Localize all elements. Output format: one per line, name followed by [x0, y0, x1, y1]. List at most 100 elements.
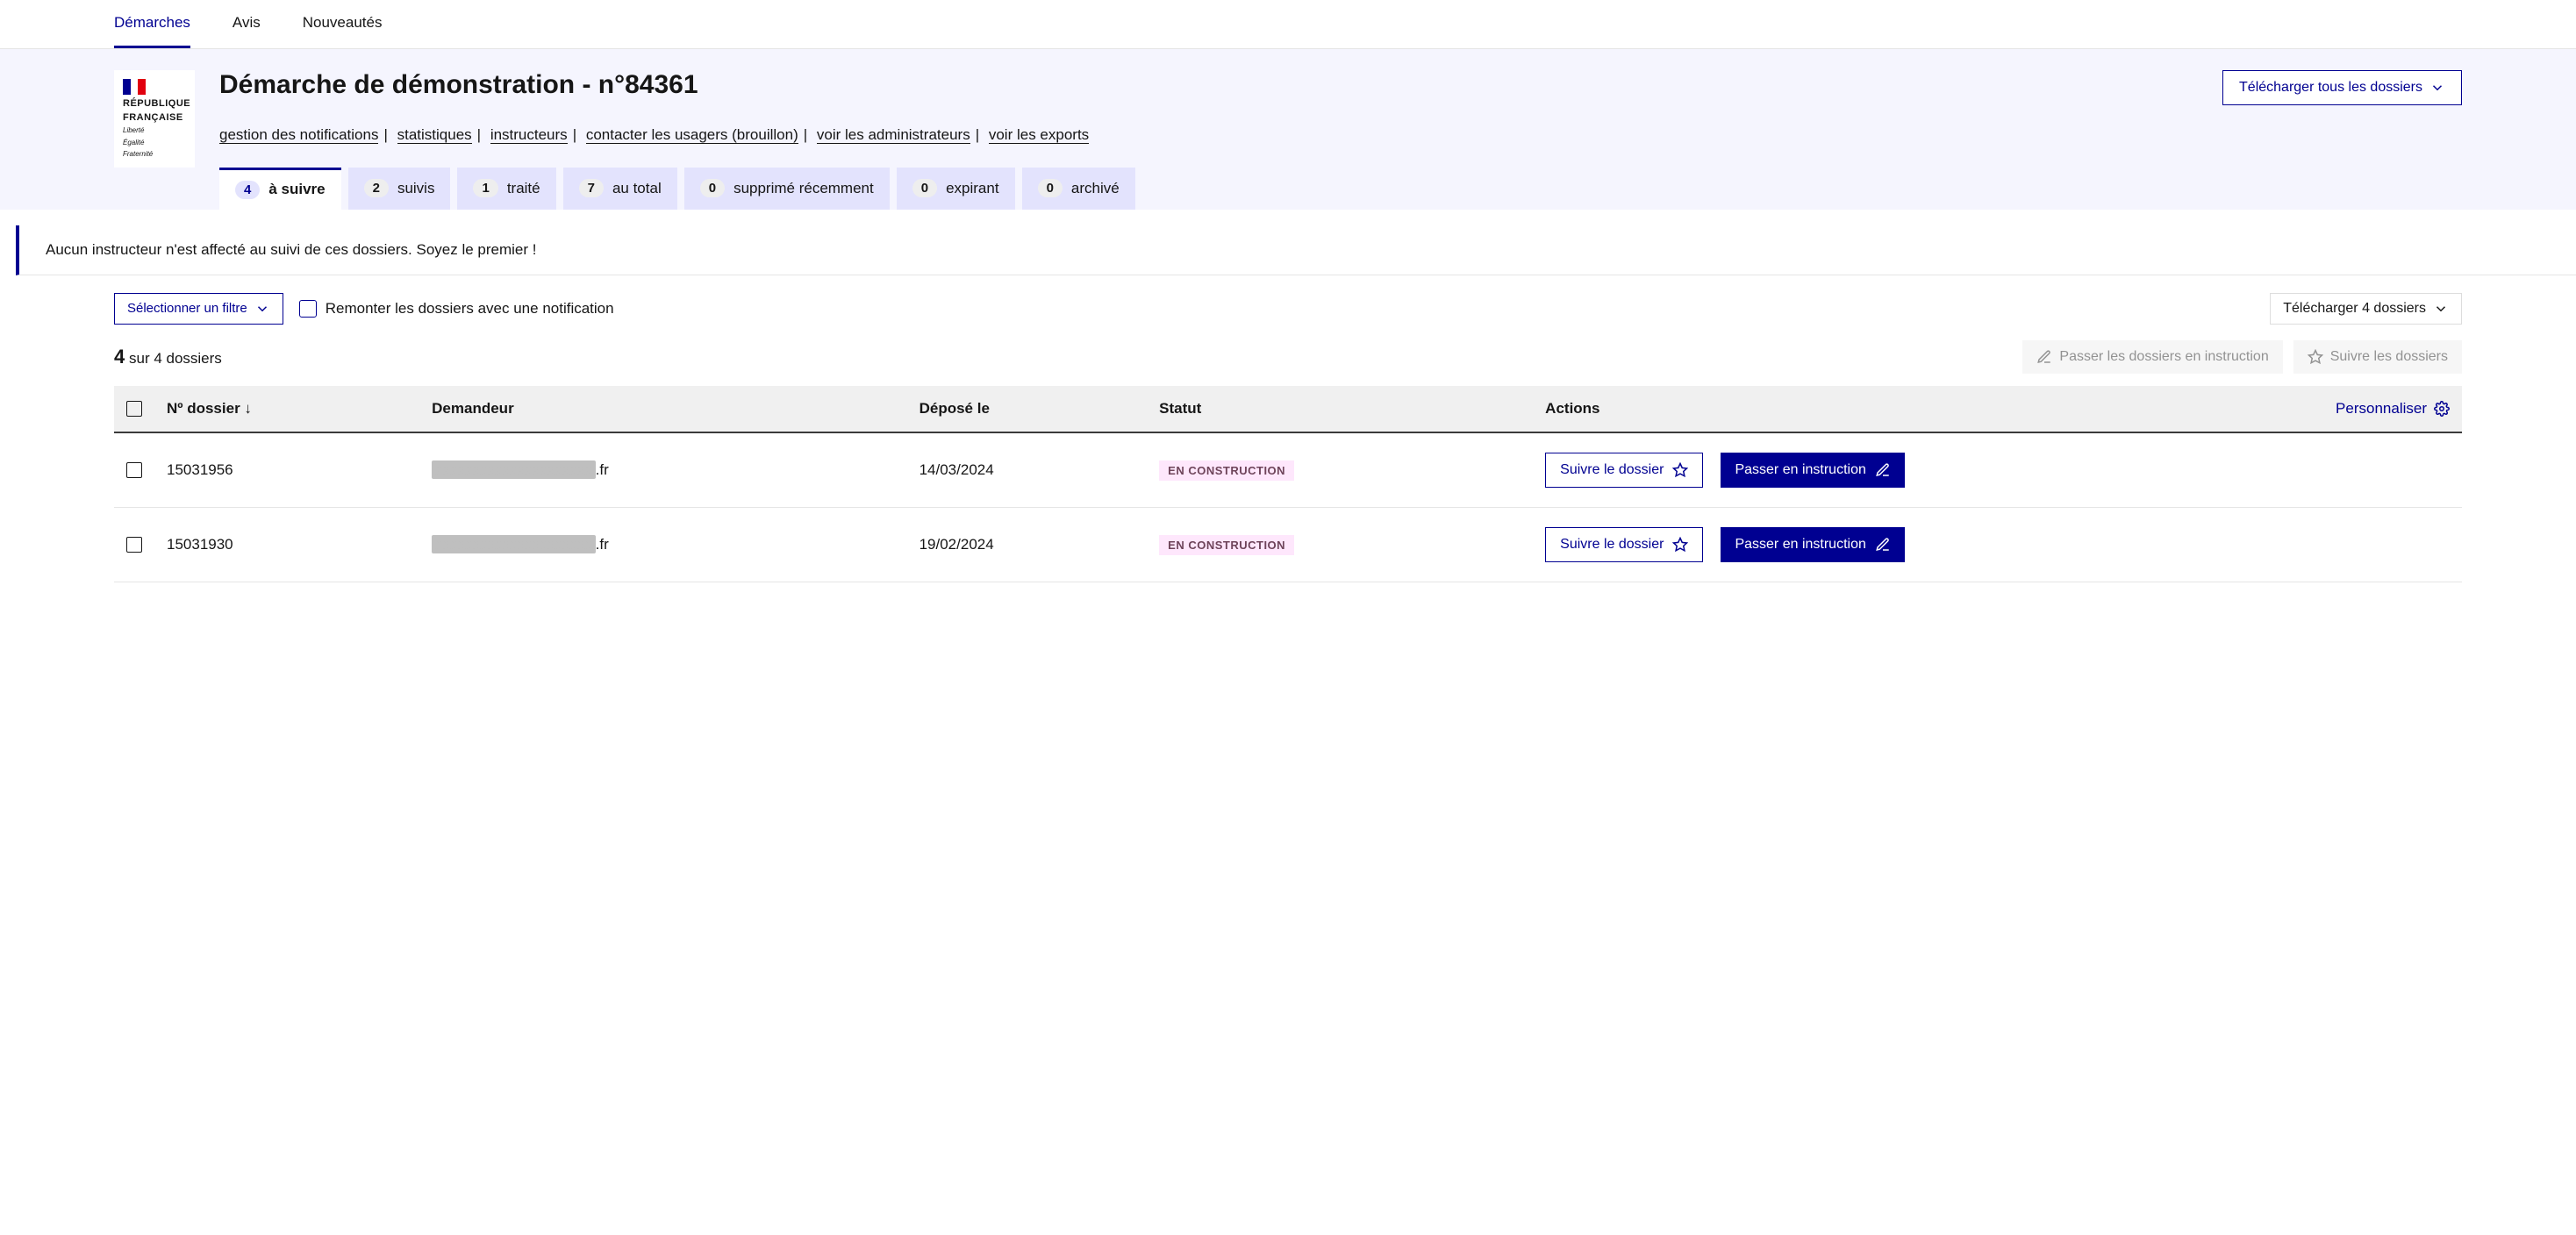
filter-select-button[interactable]: Sélectionner un filtre: [114, 293, 283, 325]
download-all-button[interactable]: Télécharger tous les dossiers: [2222, 70, 2462, 105]
star-icon: [1672, 537, 1688, 553]
link-instructeurs[interactable]: instructeurs: [490, 126, 568, 144]
instruct-label: Passer en instruction: [1735, 537, 1865, 553]
tab-a-suivre[interactable]: 4 à suivre: [219, 168, 341, 210]
col-demandeur[interactable]: Demandeur: [419, 386, 906, 432]
follow-dossier-button[interactable]: Suivre le dossier: [1545, 527, 1703, 562]
tab-traite[interactable]: 1 traité: [457, 168, 555, 210]
cell-numero: 15031956: [154, 432, 419, 508]
table-row[interactable]: 15031956 xxxxxxxxxxxxxxxxxxxxx.fr 14/03/…: [114, 432, 2462, 508]
instruct-label: Passer en instruction: [1735, 462, 1865, 478]
page-title: Démarche de démonstration - n°84361: [219, 70, 698, 100]
logo-motto2: Égalité: [123, 139, 144, 147]
tab-count: 2: [364, 179, 389, 197]
instruct-dossier-button[interactable]: Passer en instruction: [1721, 453, 1904, 488]
tab-label: expirant: [946, 180, 998, 197]
header-section: RÉPUBLIQUE FRANÇAISE Liberté Égalité Fra…: [0, 49, 2576, 210]
tab-archive[interactable]: 0 archivé: [1022, 168, 1135, 210]
dossiers-table: Nº dossier ↓ Demandeur Déposé le Statut …: [114, 386, 2462, 582]
cell-numero: 15031930: [154, 507, 419, 582]
tab-au-total[interactable]: 7 au total: [563, 168, 677, 210]
tab-count: 7: [579, 179, 604, 197]
download-n-label: Télécharger 4 dossiers: [2283, 301, 2426, 317]
link-statistiques[interactable]: statistiques: [397, 126, 472, 144]
link-contacter-usagers[interactable]: contacter les usagers (brouillon): [586, 126, 798, 144]
col-actions: Actions: [1533, 386, 1871, 432]
top-nav: Démarches Avis Nouveautés: [0, 0, 2576, 49]
chevron-down-icon: [2433, 301, 2449, 317]
logo-republique-francaise: RÉPUBLIQUE FRANÇAISE Liberté Égalité Fra…: [114, 70, 195, 168]
nav-demarches[interactable]: Démarches: [114, 0, 190, 48]
instruct-dossier-button[interactable]: Passer en instruction: [1721, 527, 1904, 562]
personalize-button[interactable]: Personnaliser: [2336, 400, 2450, 418]
star-icon: [2308, 349, 2323, 365]
cell-demandeur: xxxxxxxxxxxxxxxxxxxxx.fr: [419, 507, 906, 582]
tab-suivis[interactable]: 2 suivis: [348, 168, 451, 210]
nav-nouveautes[interactable]: Nouveautés: [303, 0, 383, 48]
link-notifications[interactable]: gestion des notifications: [219, 126, 378, 144]
tab-label: traité: [507, 180, 540, 197]
select-all-checkbox[interactable]: [126, 401, 142, 417]
row-checkbox[interactable]: [126, 537, 142, 553]
follow-dossier-button[interactable]: Suivre le dossier: [1545, 453, 1703, 488]
tab-supprime[interactable]: 0 supprimé récemment: [684, 168, 890, 210]
tab-label: au total: [612, 180, 662, 197]
count-row: 4 sur 4 dossiers Passer les dossiers en …: [114, 340, 2462, 374]
tab-count: 0: [700, 179, 725, 197]
follow-label: Suivre le dossier: [1560, 462, 1664, 478]
notif-checkbox-label: Remonter les dossiers avec une notificat…: [326, 300, 614, 318]
tab-count: 0: [1038, 179, 1063, 197]
row-checkbox[interactable]: [126, 462, 142, 478]
checkbox-icon: [299, 300, 317, 318]
bulk-follow-button[interactable]: Suivre les dossiers: [2293, 340, 2462, 374]
content-area: Aucun instructeur n'est affecté au suivi…: [0, 225, 2576, 618]
star-icon: [1672, 462, 1688, 478]
col-depose[interactable]: Déposé le: [907, 386, 1148, 432]
bulk-instruction-label: Passer les dossiers en instruction: [2059, 349, 2268, 365]
col-statut[interactable]: Statut: [1147, 386, 1533, 432]
tab-count: 0: [912, 179, 937, 197]
bulk-instruction-button[interactable]: Passer les dossiers en instruction: [2022, 340, 2282, 374]
header-links: gestion des notifications| statistiques|…: [219, 116, 2462, 154]
cell-demandeur: xxxxxxxxxxxxxxxxxxxxx.fr: [419, 432, 906, 508]
download-n-button[interactable]: Télécharger 4 dossiers: [2270, 293, 2462, 325]
tab-label: suivis: [397, 180, 435, 197]
filter-row: Sélectionner un filtre Remonter les doss…: [114, 293, 2462, 325]
cell-depose: 19/02/2024: [907, 507, 1148, 582]
logo-motto1: Liberté: [123, 126, 144, 135]
dossier-count: 4 sur 4 dossiers: [114, 346, 222, 368]
tab-label: supprimé récemment: [733, 180, 874, 197]
logo-motto3: Fraternité: [123, 150, 153, 159]
tab-expirant[interactable]: 0 expirant: [897, 168, 1015, 210]
status-tabs: 4 à suivre 2 suivis 1 traité 7 au total …: [219, 168, 2462, 210]
link-voir-exports[interactable]: voir les exports: [989, 126, 1089, 144]
link-voir-administrateurs[interactable]: voir les administrateurs: [817, 126, 970, 144]
notif-checkbox-wrap[interactable]: Remonter les dossiers avec une notificat…: [299, 300, 614, 318]
follow-label: Suivre le dossier: [1560, 537, 1664, 553]
tab-count: 1: [473, 179, 497, 197]
notice-banner: Aucun instructeur n'est affecté au suivi…: [16, 225, 2576, 275]
table-header-row: Nº dossier ↓ Demandeur Déposé le Statut …: [114, 386, 2462, 432]
french-flag-icon: [123, 79, 146, 95]
chevron-down-icon: [2429, 80, 2445, 96]
cell-depose: 14/03/2024: [907, 432, 1148, 508]
download-all-label: Télécharger tous les dossiers: [2239, 80, 2422, 96]
table-row[interactable]: 15031930 xxxxxxxxxxxxxxxxxxxxx.fr 19/02/…: [114, 507, 2462, 582]
cell-actions: Suivre le dossier Passer en instruction: [1533, 507, 2462, 582]
tab-label: archivé: [1071, 180, 1120, 197]
cell-actions: Suivre le dossier Passer en instruction: [1533, 432, 2462, 508]
filter-select-label: Sélectionner un filtre: [127, 301, 247, 316]
cell-statut: EN CONSTRUCTION: [1147, 507, 1533, 582]
tab-count: 4: [235, 181, 260, 199]
personalize-label: Personnaliser: [2336, 400, 2427, 418]
logo-line2: FRANÇAISE: [123, 112, 183, 123]
cell-statut: EN CONSTRUCTION: [1147, 432, 1533, 508]
chevron-down-icon: [254, 301, 270, 317]
edit-icon: [1875, 462, 1891, 478]
col-numero[interactable]: Nº dossier ↓: [154, 386, 419, 432]
tab-label: à suivre: [268, 181, 325, 198]
nav-avis[interactable]: Avis: [233, 0, 261, 48]
status-badge: EN CONSTRUCTION: [1159, 460, 1294, 481]
gear-icon: [2434, 401, 2450, 417]
edit-icon: [1875, 537, 1891, 553]
